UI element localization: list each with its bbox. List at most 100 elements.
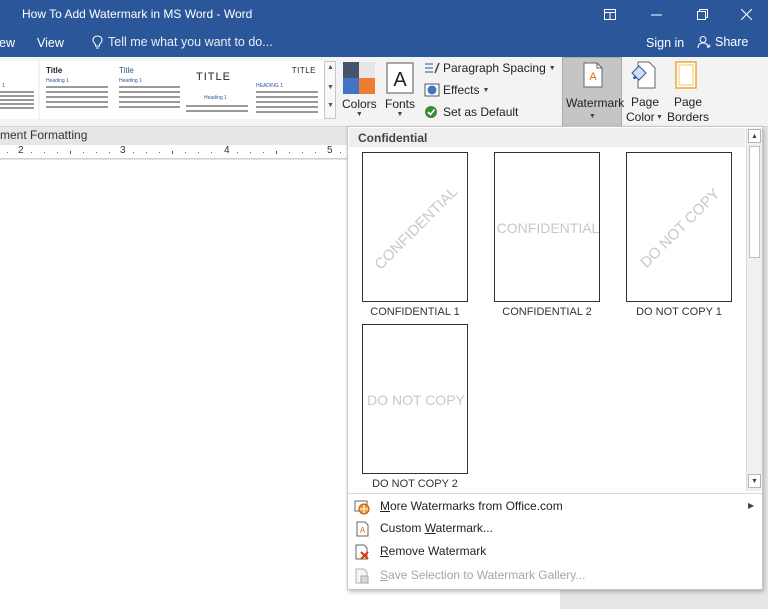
fonts-label: Fonts [385, 97, 416, 111]
watermark-confidential-2[interactable]: CONFIDENTIAL CONFIDENTIAL 2 [480, 152, 600, 322]
submenu-arrow-icon: ▶ [748, 501, 755, 510]
menu-item-label: More Watermarks from Office.com [380, 499, 563, 513]
watermark-do-not-copy-1[interactable]: DO NOT COPY DO NOT COPY 1 [612, 152, 732, 322]
save-selection-menu-item[interactable]: Save Selection to Watermark Gallery... [348, 564, 762, 586]
tab-view[interactable]: View [37, 36, 64, 50]
effects-icon [424, 83, 440, 97]
watermark-caption: CONFIDENTIAL 2 [502, 306, 592, 318]
checkmark-circle-icon [425, 106, 437, 118]
ruler-number: 2 [18, 145, 24, 156]
ruler-tick [211, 152, 212, 153]
set-as-default-button[interactable]: Set as Default [424, 105, 518, 119]
watermark-confidential-1[interactable]: CONFIDENTIAL CONFIDENTIAL 1 [348, 152, 468, 322]
close-button[interactable] [724, 0, 768, 29]
menu-item-label: Remove Watermark [380, 544, 487, 558]
scroll-down-button[interactable]: ▼ [748, 474, 761, 488]
watermark-do-not-copy-2[interactable]: DO NOT COPY DO NOT COPY 2 [348, 324, 468, 494]
effects-dropdown-icon: ▼ [482, 86, 490, 94]
ruler-tick [7, 152, 8, 153]
ruler-tick [44, 152, 45, 153]
watermark-preview-text: DO NOT COPY [637, 185, 723, 271]
watermark-preview: CONFIDENTIAL [362, 152, 468, 302]
custom-watermark-icon: A [356, 521, 369, 537]
page-color-label-2: Color [626, 110, 655, 124]
style-set-5[interactable]: TITLE HEADING 1 [250, 61, 324, 119]
watermark-dropdown-icon: ▼ [589, 113, 596, 120]
gallery-more-icon[interactable]: ▼ [327, 102, 334, 109]
colors-button[interactable]: Colors ▼ [342, 61, 377, 118]
ruler-tick [263, 152, 264, 153]
ribbon-design: 1 Title Heading 1 Title Heading 1 TITLE … [0, 57, 768, 127]
gallery-scrollbar[interactable]: ▲ ▼ [746, 128, 762, 491]
paint-bucket-icon [631, 61, 656, 89]
menu-divider [348, 493, 762, 494]
tell-me-box[interactable]: Tell me what you want to do... [92, 35, 273, 49]
more-watermarks-menu-item[interactable]: More Watermarks from Office.com ▶ [348, 495, 762, 517]
restore-icon [696, 9, 708, 20]
tell-me-text: Tell me what you want to do... [108, 35, 273, 49]
custom-watermark-menu-item[interactable]: A Custom Watermark... [348, 517, 762, 539]
colors-dropdown-icon: ▼ [355, 111, 363, 118]
ruler-tick [198, 152, 199, 153]
close-icon [740, 9, 752, 20]
minimize-button[interactable] [634, 0, 678, 29]
scroll-thumb[interactable] [749, 146, 760, 258]
style-heading: Heading 1 [119, 78, 142, 84]
watermark-caption: DO NOT COPY 1 [636, 306, 722, 318]
style-set-4[interactable]: TITLE Heading 1 [180, 61, 254, 119]
paragraph-spacing-dropdown-icon: ▼ [548, 64, 556, 72]
paragraph-spacing-label: Paragraph Spacing [443, 61, 546, 75]
svg-text:A: A [589, 71, 597, 83]
ruler-tick [237, 152, 238, 153]
style-set-1[interactable]: 1 [0, 61, 38, 119]
style-set-3[interactable]: Title Heading 1 [113, 61, 187, 119]
ruler-tick [315, 152, 316, 153]
ruler-tick [172, 151, 173, 154]
style-heading: HEADING 1 [256, 83, 283, 89]
page-color-dropdown-icon: ▼ [656, 114, 663, 121]
watermark-button[interactable]: A Watermark ▼ [562, 57, 625, 127]
page-color-label-1: Page [631, 95, 660, 109]
ruler-tick [31, 152, 32, 153]
effects-button[interactable]: Effects ▼ [424, 83, 489, 97]
horizontal-ruler[interactable]: 2 3 4 5 [0, 145, 348, 159]
watermark-preview-text: CONFIDENTIAL [371, 183, 461, 273]
scroll-down-icon[interactable]: ▼ [327, 84, 334, 91]
paragraph-spacing-icon [425, 62, 440, 74]
style-heading: Heading 1 [46, 78, 69, 84]
style-title: Title [46, 66, 63, 75]
watermark-caption: DO NOT COPY 2 [372, 478, 458, 490]
scroll-up-button[interactable]: ▲ [748, 129, 761, 143]
menu-item-label: Custom Watermark... [380, 521, 493, 535]
scroll-up-icon[interactable]: ▲ [327, 64, 334, 71]
style-heading: Heading 1 [204, 95, 227, 101]
share-button[interactable]: Share [697, 35, 748, 49]
page-color-button[interactable]: Page Color ▼ [624, 57, 664, 127]
style-heading: 1 [2, 83, 5, 89]
ruler-tick [276, 151, 277, 154]
office-globe-icon [354, 500, 370, 515]
remove-watermark-menu-item[interactable]: Remove Watermark [348, 540, 762, 562]
sign-in-link[interactable]: Sign in [646, 36, 684, 50]
fonts-button[interactable]: A Fonts ▼ [385, 61, 415, 118]
watermark-preview: DO NOT COPY [626, 152, 732, 302]
ruler-tick [185, 152, 186, 153]
page-borders-button[interactable]: Page Borders [664, 57, 709, 127]
watermark-gallery-dropdown: Confidential CONFIDENTIAL CONFIDENTIAL 1… [347, 126, 763, 590]
paragraph-spacing-button[interactable]: Paragraph Spacing ▼ [424, 61, 556, 75]
menu-item-label: Save Selection to Watermark Gallery... [380, 568, 586, 582]
style-set-2[interactable]: Title Heading 1 [40, 61, 114, 119]
minimize-icon [650, 14, 662, 15]
ruler-tick [289, 152, 290, 153]
share-label: Share [715, 35, 749, 49]
title-bar: How To Add Watermark in MS Word - Word [0, 0, 768, 29]
ruler-tick [83, 152, 84, 153]
watermark-label: Watermark [566, 96, 625, 110]
save-selection-icon [355, 568, 369, 584]
tab-review-partial[interactable]: ew [0, 36, 15, 50]
restore-button[interactable] [680, 0, 724, 29]
style-gallery-scroll[interactable]: ▲ ▼ ▼ [324, 61, 336, 119]
watermark-preview: DO NOT COPY [362, 324, 468, 474]
remove-watermark-icon [355, 544, 369, 560]
ribbon-display-options-button[interactable] [588, 0, 632, 29]
